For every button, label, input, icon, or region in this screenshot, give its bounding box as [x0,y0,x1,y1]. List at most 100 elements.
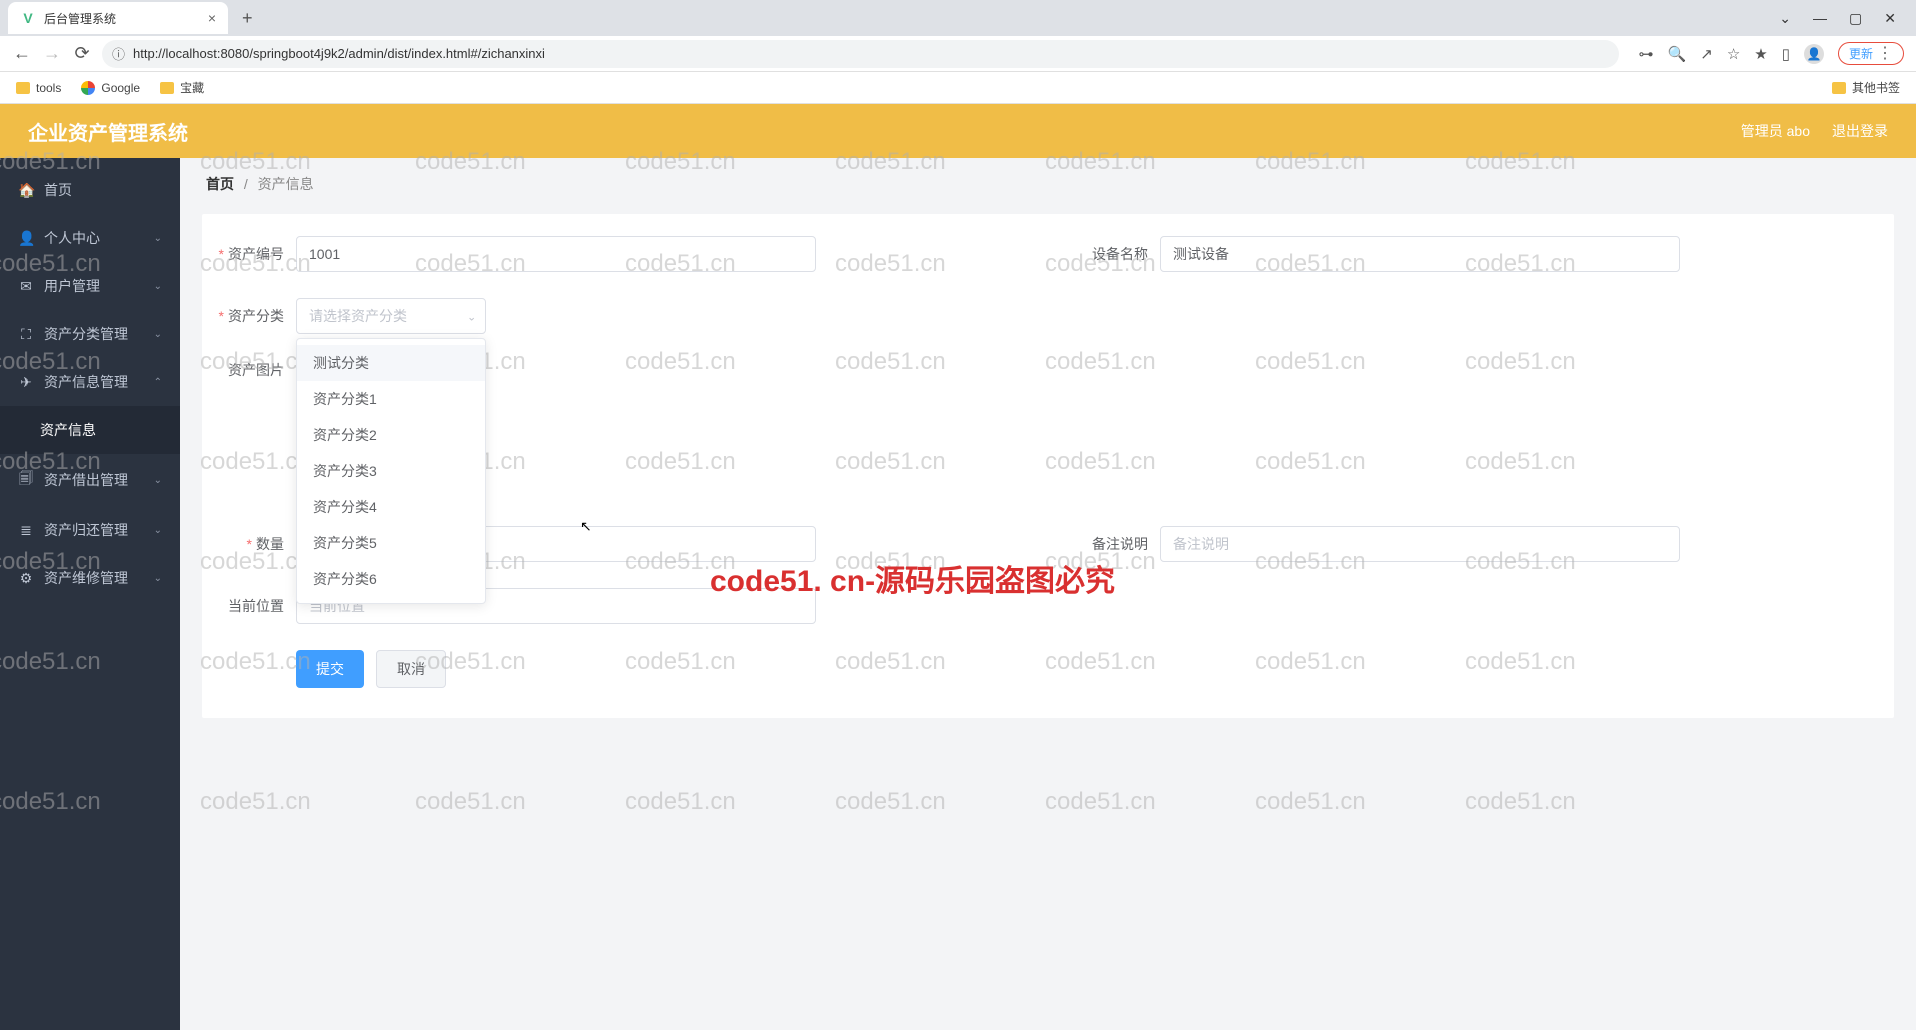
chevron-down-icon: ⌄ [154,233,162,244]
password-icon[interactable]: ⊶ [1639,45,1654,63]
app-body: 🏠 首页 👤 个人中心 ⌄ ✉ 用户管理 ⌄ ⛶ 资产分类管理 ⌄ ✈ 资产信息… [0,158,1916,1030]
sidebar: 🏠 首页 👤 个人中心 ⌄ ✉ 用户管理 ⌄ ⛶ 资产分类管理 ⌄ ✈ 资产信息… [0,158,180,1030]
new-tab-button[interactable]: + [242,8,253,29]
breadcrumb-home[interactable]: 首页 [206,176,234,192]
app-header: 企业资产管理系统 管理员 abo 退出登录 [0,104,1916,158]
location-label: 当前位置 [212,596,296,616]
browser-tab[interactable]: V 后台管理系统 × [8,2,228,34]
send-icon: ✈ [18,374,34,391]
google-icon [81,81,95,95]
close-window-icon[interactable]: ✕ [1884,10,1896,27]
list-icon: ≣ [18,522,34,539]
app-title: 企业资产管理系统 [28,117,188,146]
url-text: http://localhost:8080/springboot4j9k2/ad… [133,46,545,61]
dropdown-option[interactable]: 资产分类1 [297,381,485,417]
cancel-button[interactable]: 取消 [376,650,446,688]
extensions-icon[interactable]: ★ [1754,45,1767,63]
user-icon: 👤 [18,230,34,247]
folder-icon [160,82,174,94]
dropdown-option[interactable]: 资产分类3 [297,453,485,489]
folder-icon [16,82,30,94]
gear-icon: ⚙ [18,570,34,587]
zoom-icon[interactable]: 🔍 [1668,45,1687,63]
asset-code-input[interactable] [296,236,816,272]
vue-favicon: V [20,10,36,26]
tab-bar: V 后台管理系统 × + ⌄ — ▢ ✕ [0,0,1916,36]
tab-dropdown-icon[interactable]: ⌄ [1779,10,1791,27]
dropdown-option[interactable]: 资产分类2 [297,417,485,453]
window-controls: ⌄ — ▢ ✕ [1779,10,1908,27]
sidebar-item-home[interactable]: 🏠 首页 [0,166,180,214]
dropdown-option[interactable]: 资产分类4 [297,489,485,525]
sidebar-item-lend-mgmt[interactable]: 🗐 资产借出管理 ⌄ [0,454,180,506]
breadcrumb: 首页 / 资产信息 [206,174,1894,194]
asset-category-select[interactable]: 请选择资产分类 ⌃ 测试分类 资产分类1 资产分类2 资产分类3 资产分类4 资… [296,298,486,334]
forward-button[interactable]: → [42,43,62,64]
reload-button[interactable]: ⟳ [72,43,92,64]
frame-icon: ⛶ [18,326,34,343]
bookmark-star-icon[interactable]: ☆ [1727,45,1740,63]
field-remark: 备注说明 [1076,526,1680,562]
copy-icon: 🗐 [18,468,34,492]
dropdown-option[interactable]: 资产分类6 [297,561,485,597]
bookmark-treasure[interactable]: 宝藏 [160,79,204,96]
form-actions: 提交 取消 [212,650,1884,688]
update-button[interactable]: 更新 ⋮ [1838,42,1904,65]
dropdown-option[interactable]: 资产分类5 [297,525,485,561]
remark-input[interactable] [1160,526,1680,562]
bookmark-google[interactable]: Google [81,81,140,95]
field-asset-code: 资产编号 [212,236,816,272]
minimize-icon[interactable]: — [1813,10,1827,27]
sidebar-item-category-mgmt[interactable]: ⛶ 资产分类管理 ⌄ [0,310,180,358]
nav-bar: ← → ⟳ ⓘ http://localhost:8080/springboot… [0,36,1916,72]
field-device-name: 设备名称 [1076,236,1680,272]
remark-label: 备注说明 [1076,534,1160,554]
browser-chrome: V 后台管理系统 × + ⌄ — ▢ ✕ ← → ⟳ ⓘ http://loca… [0,0,1916,104]
sidebar-item-return-mgmt[interactable]: ≣ 资产归还管理 ⌄ [0,506,180,554]
main-content: 首页 / 资产信息 资产编号 设备名称 资产分类 请选择资产分类 [180,158,1916,1030]
home-icon: 🏠 [18,182,34,199]
device-name-input[interactable] [1160,236,1680,272]
folder-icon [1832,82,1846,94]
breadcrumb-current: 资产信息 [258,176,314,192]
logout-link[interactable]: 退出登录 [1832,121,1888,141]
chevron-down-icon: ⌄ [154,475,162,486]
tab-title: 后台管理系统 [44,10,200,27]
tab-close-icon[interactable]: × [208,10,216,26]
bookmark-other[interactable]: 其他书签 [1832,79,1900,96]
field-asset-image: 资产图片 [212,360,296,500]
site-info-icon[interactable]: ⓘ [112,44,125,63]
panel-icon[interactable]: ▯ [1782,45,1790,63]
quantity-label: 数量 [212,534,296,554]
asset-category-dropdown: 测试分类 资产分类1 资产分类2 资产分类3 资产分类4 资产分类5 资产分类6 [296,338,486,604]
bookmarks-bar: tools Google 宝藏 其他书签 [0,72,1916,104]
profile-icon[interactable]: 👤 [1804,44,1824,64]
menu-dots-icon: ⋮ [1877,46,1893,62]
device-name-label: 设备名称 [1076,244,1160,264]
bookmark-tools[interactable]: tools [16,81,61,95]
url-bar[interactable]: ⓘ http://localhost:8080/springboot4j9k2/… [102,40,1619,68]
chevron-down-icon: ⌄ [154,329,162,340]
chevron-up-icon: ⌃ [467,310,476,323]
sidebar-item-asset-info[interactable]: 资产信息 [0,406,180,454]
chevron-down-icon: ⌄ [154,281,162,292]
select-display: 请选择资产分类 [296,298,486,334]
asset-image-label: 资产图片 [212,360,296,380]
sidebar-item-personal[interactable]: 👤 个人中心 ⌄ [0,214,180,262]
submit-button[interactable]: 提交 [296,650,364,688]
back-button[interactable]: ← [12,43,32,64]
maximize-icon[interactable]: ▢ [1849,10,1862,27]
nav-right-icons: ⊶ 🔍 ↗ ☆ ★ ▯ 👤 更新 ⋮ [1629,42,1904,65]
form-panel: 资产编号 设备名称 资产分类 请选择资产分类 ⌃ 测试分类 资 [202,214,1894,718]
dropdown-option[interactable]: 测试分类 [297,345,485,381]
mail-icon: ✉ [18,278,34,295]
asset-category-label: 资产分类 [212,306,296,326]
share-icon[interactable]: ↗ [1700,45,1713,63]
sidebar-item-user-mgmt[interactable]: ✉ 用户管理 ⌄ [0,262,180,310]
sidebar-item-asset-info-mgmt[interactable]: ✈ 资产信息管理 ⌃ [0,358,180,406]
admin-label[interactable]: 管理员 abo [1741,121,1810,141]
chevron-down-icon: ⌄ [154,573,162,584]
sidebar-item-repair-mgmt[interactable]: ⚙ 资产维修管理 ⌄ [0,554,180,602]
field-asset-category: 资产分类 请选择资产分类 ⌃ 测试分类 资产分类1 资产分类2 资产分类3 资产… [212,298,486,334]
asset-code-label: 资产编号 [212,244,296,264]
